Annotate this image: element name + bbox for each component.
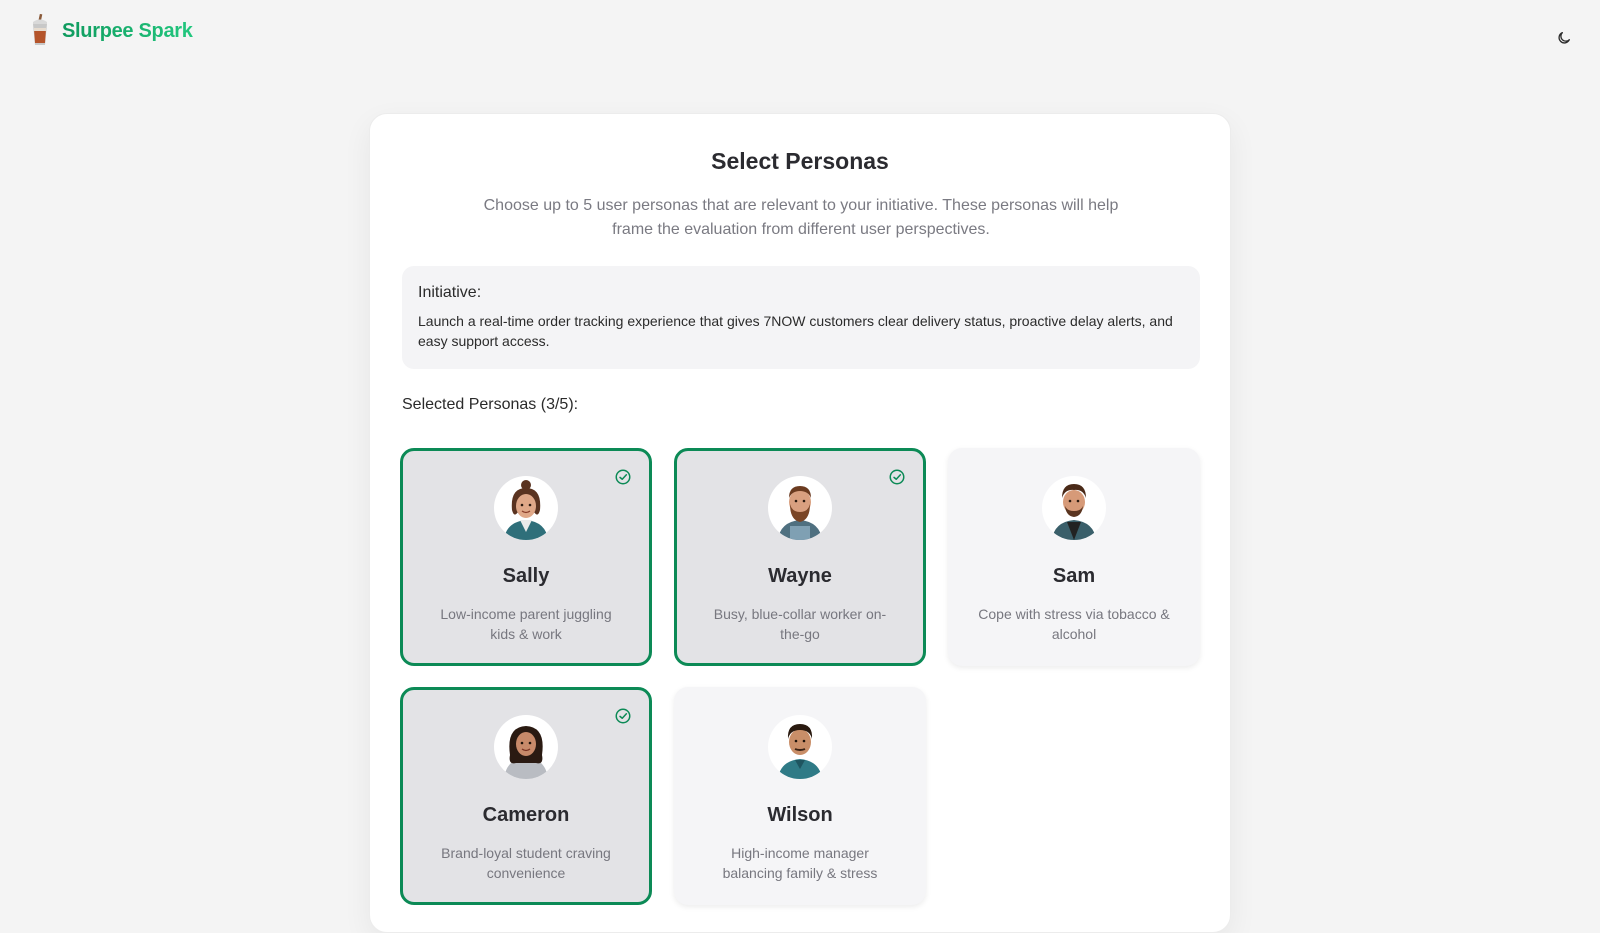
avatar [768,476,832,540]
persona-card-cameron[interactable]: Cameron Brand-loyal student craving conv… [400,687,652,905]
brand-logo[interactable]: Slurpee Spark [28,13,193,48]
persona-selection-panel: Select Personas Choose up to 5 user pers… [369,113,1231,933]
initiative-box: Initiative: Launch a real-time order tra… [402,266,1200,369]
check-circle-icon [614,707,632,725]
persona-description: Brand-loyal student craving convenience [441,845,611,881]
top-bar: Slurpee Spark [0,0,1600,64]
persona-description: Busy, blue-collar worker on-the-go [713,606,887,642]
avatar [494,715,558,779]
theme-toggle-button[interactable] [1550,24,1578,52]
selected-personas-count: Selected Personas (3/5): [402,396,579,413]
persona-card-sam[interactable]: Sam Cope with stress via tobacco & alcoh… [948,448,1200,666]
check-circle-icon [888,468,906,486]
avatar [768,715,832,779]
page-title: Select Personas [711,148,889,174]
persona-description: Low-income parent juggling kids & work [440,606,612,642]
avatar [494,476,558,540]
persona-card-sally[interactable]: Sally Low-income parent juggling kids & … [400,448,652,666]
persona-description: High-income manager balancing family & s… [722,845,878,881]
check-circle-icon [614,468,632,486]
moon-icon [1558,31,1570,44]
initiative-text: Launch a real-time order tracking experi… [418,313,1173,349]
persona-name: Sally [502,565,550,587]
slurpee-cup-icon [28,13,52,48]
page-subtitle: Choose up to 5 user personas that are re… [483,197,1119,238]
persona-description: Cope with stress via tobacco & alcohol [978,606,1170,642]
avatar [1042,476,1106,540]
persona-card-wayne[interactable]: Wayne Busy, blue-collar worker on-the-go [674,448,926,666]
initiative-label: Initiative: [418,284,482,301]
persona-name: Wayne [768,565,832,587]
persona-name: Cameron [482,804,570,826]
persona-name: Sam [1052,565,1096,587]
persona-name: Wilson [767,804,833,826]
persona-card-wilson[interactable]: Wilson High-income manager balancing fam… [674,687,926,905]
brand-name: Slurpee Spark [62,19,193,42]
